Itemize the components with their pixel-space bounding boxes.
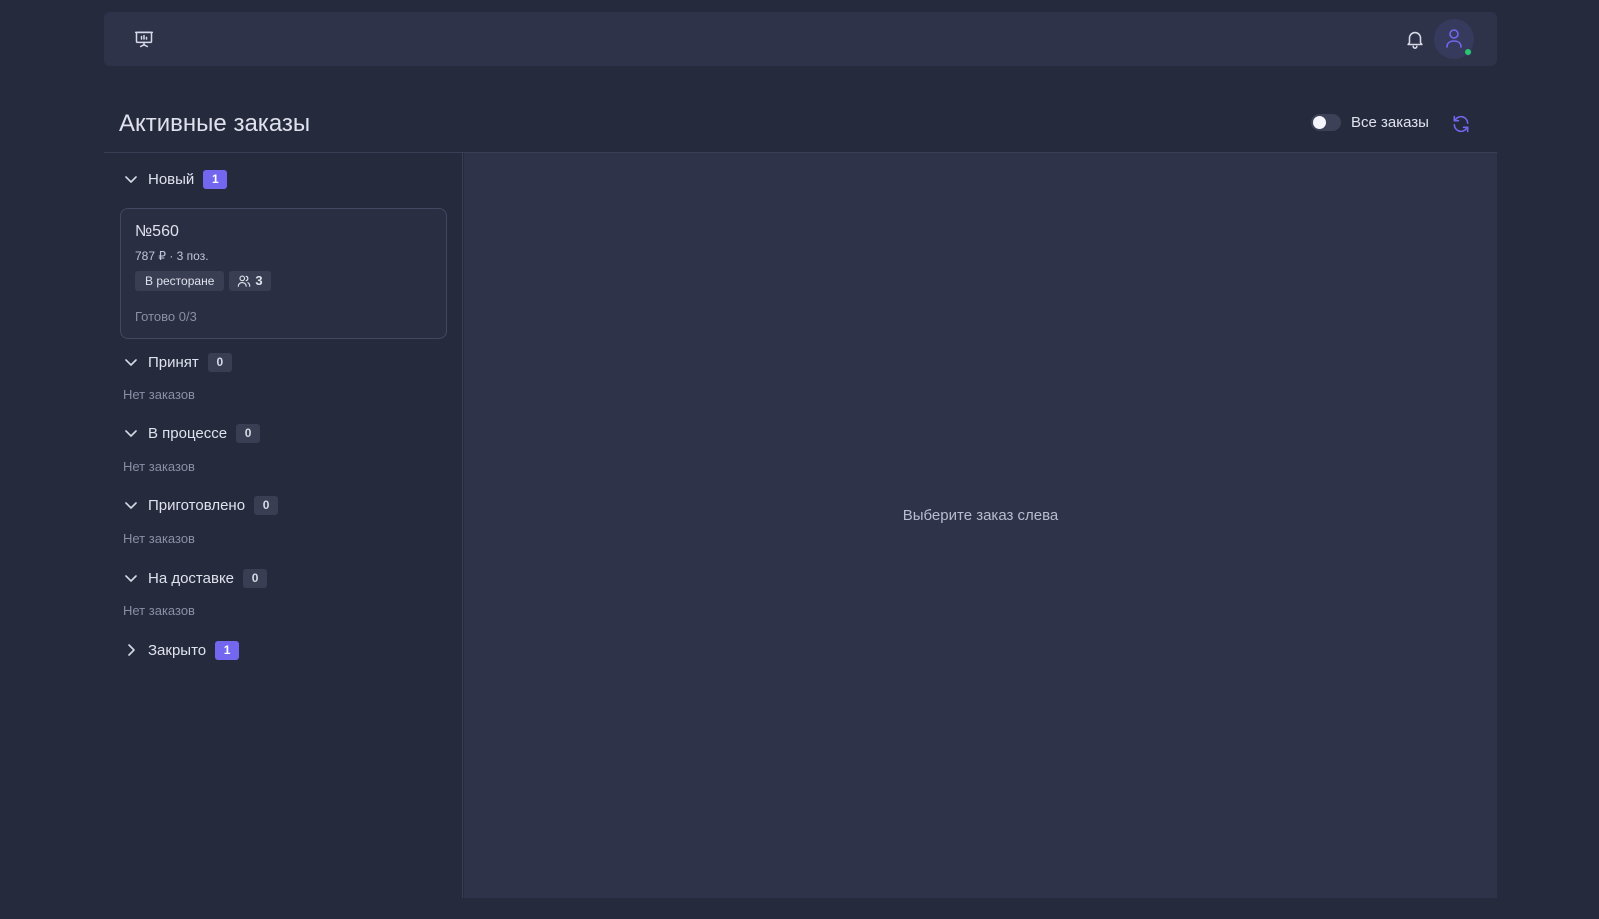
presentation-monitor-icon[interactable] <box>134 29 154 49</box>
order-guests-chip: 3 <box>229 271 271 291</box>
group-name: Закрыто <box>148 641 207 659</box>
group-count-badge: 0 <box>207 352 232 372</box>
user-avatar[interactable] <box>1434 19 1474 59</box>
chevron-down-icon <box>125 176 137 183</box>
order-guests-count: 3 <box>255 273 263 288</box>
bell-icon[interactable] <box>1404 27 1426 51</box>
top-bar <box>104 12 1497 66</box>
group-header-in-progress[interactable]: В процессе 0 <box>124 422 261 444</box>
select-order-placeholder: Выберите заказ слева <box>902 507 1059 524</box>
all-orders-toggle[interactable]: Все заказы <box>1311 114 1429 131</box>
order-summary: 787 ₽ · 3 поз. <box>135 249 209 263</box>
order-card[interactable]: №560 787 ₽ · 3 поз. В ресторане 3 Готово… <box>120 208 447 339</box>
group-count-badge: 0 <box>254 495 279 515</box>
group-name: Приготовлено <box>148 496 246 514</box>
empty-group-text: Нет заказов <box>123 531 195 546</box>
page-title: Активные заказы <box>119 110 311 137</box>
group-header-delivery[interactable]: На доставке 0 <box>124 567 268 589</box>
online-status-dot <box>1464 48 1472 56</box>
group-name: Принят <box>148 353 199 371</box>
order-detail-panel: Выберите заказ слева <box>464 153 1497 898</box>
empty-group-text: Нет заказов <box>123 603 195 618</box>
chevron-right-icon <box>128 644 135 656</box>
group-count-badge: 0 <box>243 568 268 588</box>
group-header-new[interactable]: Новый 1 <box>124 168 228 190</box>
all-orders-label: Все заказы <box>1351 114 1429 131</box>
group-name: На доставке <box>148 569 235 587</box>
group-count-badge: 0 <box>236 423 261 443</box>
chevron-down-icon <box>125 575 137 582</box>
user-icon <box>1446 29 1462 48</box>
group-header-closed[interactable]: Закрыто 1 <box>124 639 240 661</box>
group-name: В процессе <box>148 424 228 442</box>
group-header-cooked[interactable]: Приготовлено 0 <box>124 494 279 516</box>
orders-list-panel: Новый 1 №560 787 ₽ · 3 поз. В ресторане … <box>104 153 463 898</box>
toggle-knob <box>1313 116 1326 129</box>
order-ready-status: Готово 0/3 <box>135 309 197 324</box>
refresh-icon[interactable] <box>1451 114 1471 134</box>
chevron-down-icon <box>125 502 137 509</box>
order-location-chip: В ресторане <box>135 271 225 291</box>
group-count-badge: 1 <box>203 169 228 189</box>
group-count-badge: 1 <box>215 640 240 660</box>
chevron-down-icon <box>125 359 137 366</box>
toggle-switch[interactable] <box>1311 114 1341 131</box>
users-icon <box>238 275 251 287</box>
group-name: Новый <box>148 170 195 188</box>
empty-group-text: Нет заказов <box>123 459 195 474</box>
group-header-accepted[interactable]: Принят 0 <box>124 351 232 373</box>
empty-group-text: Нет заказов <box>123 387 195 402</box>
order-number: №560 <box>135 223 179 240</box>
chevron-down-icon <box>125 430 137 437</box>
